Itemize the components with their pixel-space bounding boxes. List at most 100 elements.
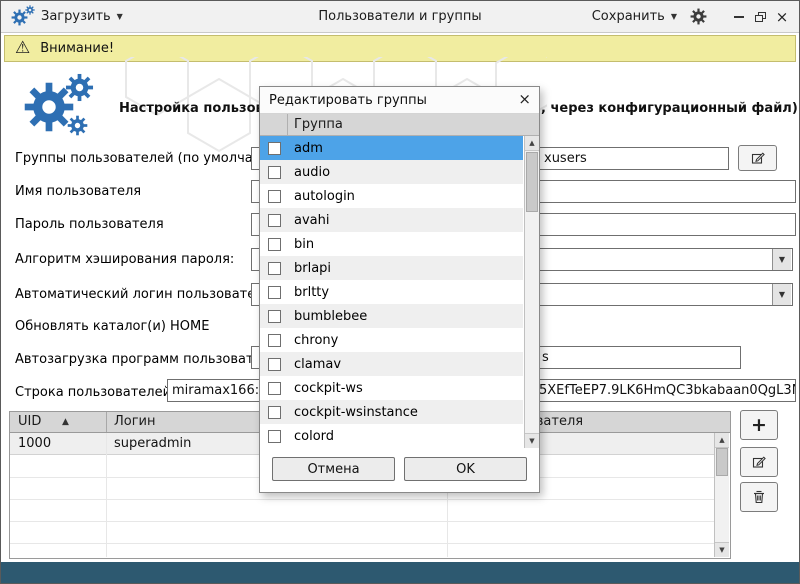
group-checkbox[interactable] (268, 334, 281, 347)
dialog-titlebar: Редактировать группы × (260, 87, 539, 114)
trash-icon (751, 489, 767, 505)
save-button[interactable]: Сохранить ▼ (592, 1, 677, 32)
grid-line (10, 499, 714, 500)
label-update-home: Обновлять каталог(и) HOME (15, 319, 209, 334)
group-checkbox[interactable] (268, 310, 281, 323)
pencil-icon (750, 150, 766, 166)
group-label: audio (294, 165, 330, 180)
group-label: brltty (294, 285, 329, 300)
group-row[interactable]: audio (260, 160, 523, 184)
scroll-down-icon[interactable]: ▼ (525, 433, 539, 448)
group-checkbox[interactable] (268, 214, 281, 227)
group-row[interactable]: cockpit-wsinstance (260, 400, 523, 424)
delete-user-button[interactable] (740, 482, 778, 512)
group-label: cockpit-wsinstance (294, 405, 418, 420)
minimize-button[interactable] (731, 1, 747, 32)
label-password: Пароль пользователя (15, 217, 164, 232)
table-scrollbar[interactable]: ▲ ▼ (714, 433, 729, 557)
cell-uid: 1000 (18, 436, 51, 451)
group-row[interactable]: bin (260, 232, 523, 256)
group-checkbox[interactable] (268, 286, 281, 299)
group-row[interactable]: bumblebee (260, 304, 523, 328)
load-button[interactable]: Загрузить ▼ (41, 1, 123, 32)
app-window: Загрузить ▼ Пользователи и группы Сохран… (0, 0, 800, 584)
group-checkbox[interactable] (268, 142, 281, 155)
group-row[interactable]: brlapi (260, 256, 523, 280)
close-window-button[interactable]: × (774, 1, 790, 32)
group-row[interactable]: colord (260, 424, 523, 448)
column-divider (287, 114, 288, 135)
page-title-right: , через конфигурационный файл) (541, 101, 798, 116)
settings-gear-icon[interactable] (690, 8, 707, 25)
group-label: avahi (294, 213, 329, 228)
group-column-label: Группа (294, 117, 343, 132)
label-users-string: Строка пользователей: (15, 385, 175, 400)
group-checkbox[interactable] (268, 406, 281, 419)
grid-line (10, 521, 714, 522)
group-row[interactable]: chrony (260, 328, 523, 352)
status-bar (1, 562, 799, 583)
warning-text: Внимание! (40, 41, 114, 56)
add-user-button[interactable]: + (740, 410, 778, 440)
group-label: adm (294, 141, 323, 156)
group-checkbox[interactable] (268, 190, 281, 203)
label-autostart: Автозагрузка программ пользователей (15, 352, 286, 367)
load-label: Загрузить (41, 9, 111, 24)
scrollbar-thumb[interactable] (526, 152, 538, 212)
scroll-down-icon[interactable]: ▼ (715, 542, 729, 557)
scrollbar-thumb[interactable] (716, 448, 728, 476)
grid-line (10, 543, 714, 544)
edit-user-button[interactable] (740, 447, 778, 477)
ok-button[interactable]: OK (404, 457, 527, 481)
group-row-selected[interactable]: adm (260, 136, 523, 160)
dropdown-arrow-icon[interactable]: ▼ (772, 249, 791, 270)
group-checkbox[interactable] (268, 382, 281, 395)
dropdown-arrow-icon[interactable]: ▼ (772, 284, 791, 305)
maximize-button[interactable] (752, 1, 768, 32)
cancel-button[interactable]: Отмена (272, 457, 395, 481)
group-list-scrollbar[interactable]: ▲ ▼ (524, 136, 539, 448)
label-username: Имя пользователя (15, 184, 141, 199)
sort-asc-icon: ▲ (62, 417, 69, 427)
column-divider (106, 412, 107, 432)
group-checkbox[interactable] (268, 262, 281, 275)
chevron-down-icon: ▼ (671, 12, 677, 21)
group-label: autologin (294, 189, 355, 204)
group-row[interactable]: avahi (260, 208, 523, 232)
group-row[interactable]: clamav (260, 352, 523, 376)
group-label: bin (294, 237, 314, 252)
autostart-value: s (542, 350, 549, 365)
grid-line (106, 433, 107, 557)
pencil-icon (751, 454, 767, 470)
dialog-close-button[interactable]: × (518, 92, 531, 107)
group-checkbox[interactable] (268, 430, 281, 443)
group-label: brlapi (294, 261, 331, 276)
cell-login: superadmin (114, 436, 191, 451)
scroll-up-icon[interactable]: ▲ (715, 433, 729, 448)
col-header-login[interactable]: Логин (114, 414, 156, 429)
maximize-icon (755, 12, 766, 22)
app-gears-icon (11, 5, 37, 29)
label-auto-login: Автоматический логин пользователя (15, 287, 271, 302)
chevron-down-icon: ▼ (117, 12, 123, 21)
group-label: bumblebee (294, 309, 367, 324)
group-checkbox[interactable] (268, 238, 281, 251)
edit-default-groups-button[interactable] (738, 145, 777, 171)
col-header-uid[interactable]: UID (18, 414, 41, 429)
group-label: colord (294, 429, 334, 444)
label-default-groups: Группы пользователей (по умолчанию) (15, 151, 286, 166)
warning-icon: ⚠ (15, 40, 30, 57)
group-label: clamav (294, 357, 341, 372)
group-row[interactable]: autologin (260, 184, 523, 208)
edit-groups-dialog: Редактировать группы × Группа adm audio … (259, 86, 540, 493)
dialog-title: Редактировать группы (269, 93, 427, 108)
default-groups-value: xusers (544, 151, 587, 166)
group-row[interactable]: cockpit-ws (260, 376, 523, 400)
save-label: Сохранить (592, 9, 665, 24)
group-label: cockpit-ws (294, 381, 363, 396)
group-row[interactable]: brltty (260, 280, 523, 304)
scroll-up-icon[interactable]: ▲ (525, 136, 539, 151)
group-checkbox[interactable] (268, 358, 281, 371)
group-checkbox[interactable] (268, 166, 281, 179)
group-label: chrony (294, 333, 338, 348)
